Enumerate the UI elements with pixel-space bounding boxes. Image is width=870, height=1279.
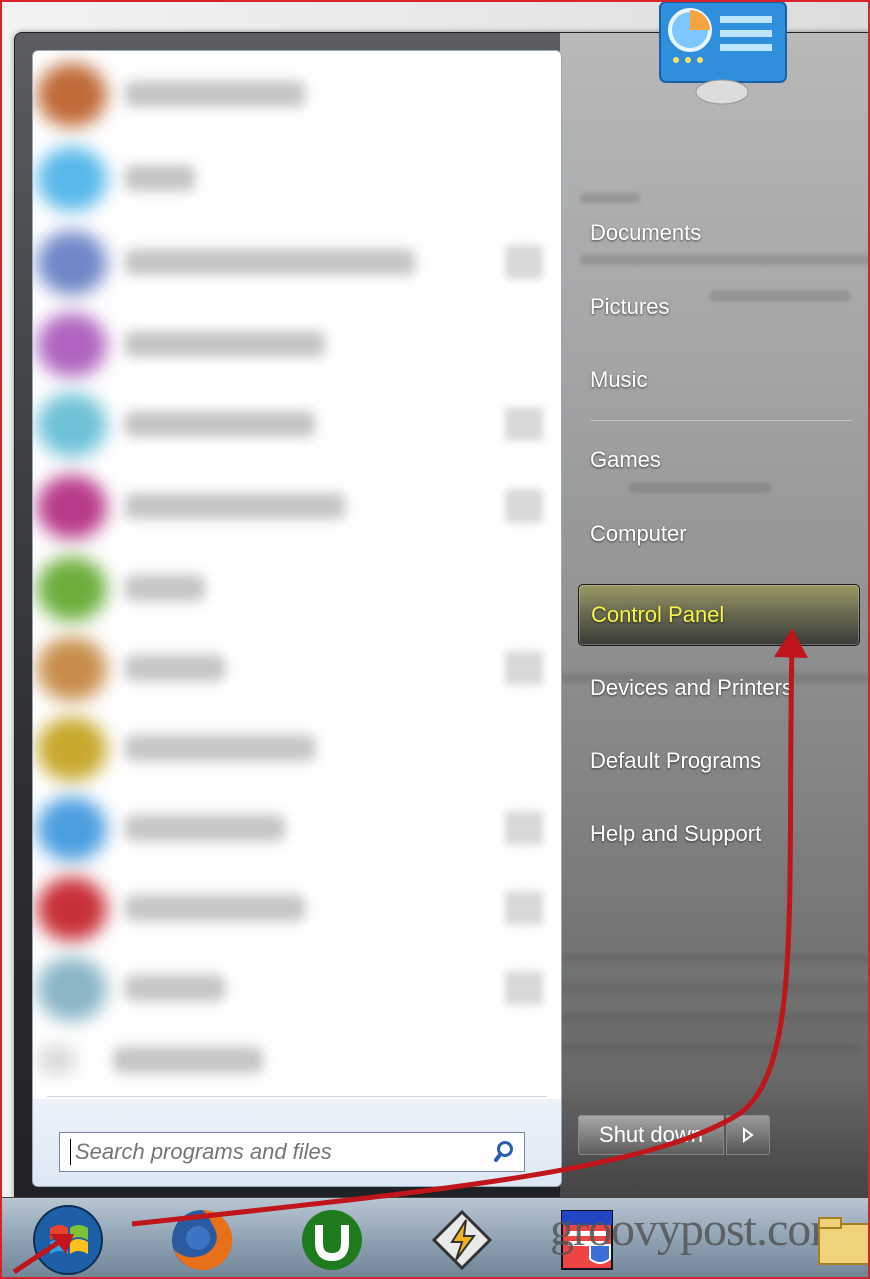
menu-item-pictures[interactable]: Pictures bbox=[578, 281, 860, 333]
firefox-icon[interactable] bbox=[162, 1202, 242, 1277]
shutdown-options-button[interactable] bbox=[726, 1115, 770, 1155]
recent-program[interactable] bbox=[33, 383, 561, 465]
folder-icon[interactable] bbox=[814, 1202, 868, 1277]
recent-program[interactable] bbox=[33, 867, 561, 949]
search-box[interactable] bbox=[59, 1132, 525, 1172]
recent-program[interactable] bbox=[33, 221, 561, 303]
recent-program[interactable] bbox=[33, 707, 561, 789]
search-input[interactable] bbox=[75, 1139, 484, 1165]
menu-separator bbox=[590, 420, 852, 421]
menu-item-documents[interactable]: Documents bbox=[578, 207, 860, 259]
menu-item-control-panel[interactable]: Control Panel bbox=[578, 584, 860, 646]
recent-program[interactable] bbox=[33, 547, 561, 629]
recent-program[interactable] bbox=[33, 465, 561, 547]
menu-item-games[interactable]: Games bbox=[578, 434, 860, 486]
programs-pane bbox=[32, 50, 562, 1187]
screenshot-frame: Documents Pictures Music Games Computer … bbox=[0, 0, 870, 1279]
menu-item-devices-and-printers[interactable]: Devices and Printers bbox=[578, 662, 860, 714]
recent-program[interactable] bbox=[33, 627, 561, 709]
recent-program[interactable] bbox=[33, 303, 561, 385]
control-panel-user-picture-icon bbox=[656, 2, 790, 106]
shutdown-button[interactable]: Shut down bbox=[578, 1115, 724, 1155]
pinned-program[interactable] bbox=[33, 137, 561, 219]
search-icon[interactable] bbox=[484, 1133, 524, 1171]
start-orb-icon[interactable] bbox=[28, 1202, 108, 1277]
watermark: groovypost.com bbox=[550, 1203, 848, 1256]
search-area bbox=[33, 1099, 561, 1186]
divider bbox=[47, 1096, 547, 1097]
menu-item-help-and-support[interactable]: Help and Support bbox=[578, 808, 860, 860]
menu-item-default-programs[interactable]: Default Programs bbox=[578, 735, 860, 787]
all-programs[interactable] bbox=[33, 1019, 561, 1101]
menu-item-music[interactable]: Music bbox=[578, 354, 860, 406]
winamp-icon[interactable] bbox=[422, 1202, 502, 1277]
chevron-right-icon bbox=[743, 1127, 754, 1143]
utorrent-icon[interactable] bbox=[292, 1202, 372, 1277]
recent-program[interactable] bbox=[33, 787, 561, 869]
pinned-program[interactable] bbox=[33, 53, 561, 135]
recent-program[interactable] bbox=[33, 947, 561, 1029]
menu-item-computer[interactable]: Computer bbox=[578, 508, 860, 560]
text-caret bbox=[70, 1139, 71, 1165]
